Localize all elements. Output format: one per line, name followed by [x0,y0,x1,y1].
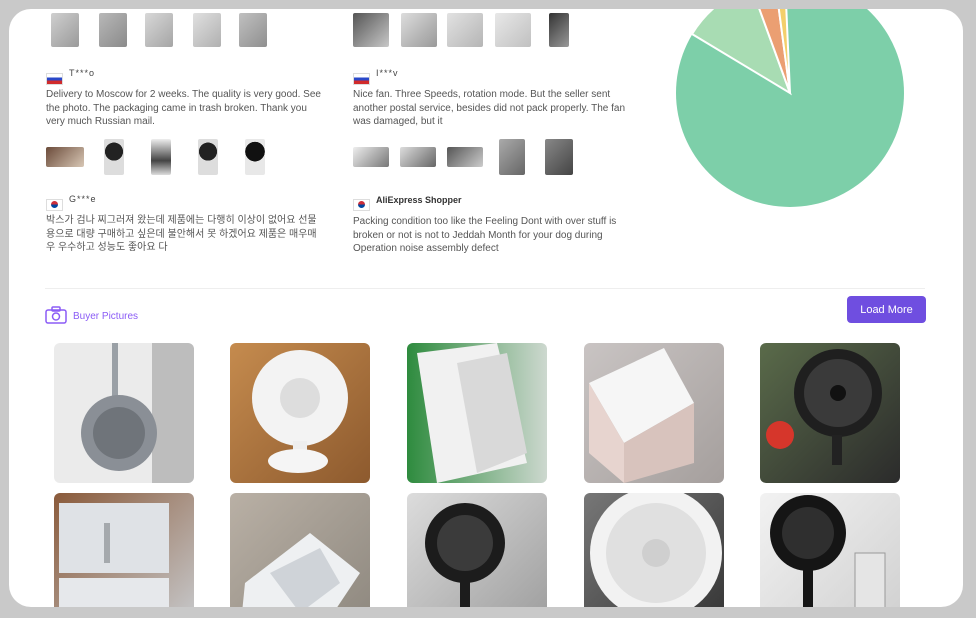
review-text: Delivery to Moscow for 2 weeks. The qual… [46,89,321,127]
buyer-photo[interactable] [54,493,194,607]
buyer-photo[interactable] [230,343,370,483]
review-photo-thumb[interactable] [545,139,573,175]
buyer-photo[interactable] [54,343,194,483]
fan-image [770,495,886,607]
reviewer-name: AliExpress Shopper [376,195,462,205]
buyer-photo[interactable] [230,493,370,607]
screenshot-frame: T***o Delivery to Moscow for 2 weeks. Th… [9,9,963,607]
review-photo-thumb[interactable] [549,13,569,47]
review-text: Packing condition too like the Feeling D… [353,216,617,254]
buyer-photo[interactable] [760,493,900,607]
buyer-photo[interactable] [407,343,547,483]
review-photo-thumb[interactable] [400,147,436,167]
south-korea-flag-icon [353,199,370,211]
review-text: 박스가 검나 찌그러져 왔는데 제품에는 다행히 이상이 없어요 선물용으로 대… [46,215,317,253]
review-text: Nice fan. Three Speeds, rotation mode. B… [353,89,626,127]
review-photo-thumb[interactable] [401,13,437,47]
review-photo-thumb[interactable] [447,147,483,167]
fan-image [81,343,157,471]
review-photo-thumb[interactable] [145,13,173,47]
review-photo-thumb[interactable] [499,139,525,175]
buyer-photo[interactable] [584,493,724,607]
buyer-photo[interactable] [584,343,724,483]
south-korea-flag-icon [46,199,63,211]
rating-pie-chart [676,9,904,207]
review-photo-thumb[interactable] [245,139,265,175]
section-divider [45,288,925,289]
review-photo-thumb[interactable] [51,13,79,47]
buyer-photo[interactable] [760,343,900,483]
fan-image [590,493,722,607]
reviewer-name: I***v [376,68,399,78]
review-photo-thumb[interactable] [193,13,221,47]
package-image [59,503,169,607]
review-photo-thumb[interactable] [495,13,531,47]
buyer-photo[interactable] [407,493,547,607]
review-photo-thumb[interactable] [239,13,267,47]
review-photo-thumb[interactable] [46,147,84,167]
package-image [417,343,527,483]
camera-icon [45,306,67,324]
russia-flag-icon [46,73,63,85]
review-photo-thumb[interactable] [104,139,124,175]
fan-image [425,503,505,607]
review-photo-thumb[interactable] [447,13,483,47]
reviewer-name: T***o [69,68,96,78]
fan-image [766,349,882,465]
box-image [589,348,694,483]
package-image [242,533,360,607]
buyer-pictures-label: Buyer Pictures [73,311,139,322]
russia-flag-icon [353,73,370,85]
reviewer-name: G***e [69,194,97,204]
review-photo-thumb[interactable] [353,13,389,47]
load-more-button[interactable]: Load More [847,296,926,323]
review-photo-thumb[interactable] [353,147,389,167]
review-photo-thumb[interactable] [99,13,127,47]
review-photo-thumb[interactable] [151,139,171,175]
review-photo-thumb[interactable] [198,139,218,175]
fan-image [252,350,348,473]
